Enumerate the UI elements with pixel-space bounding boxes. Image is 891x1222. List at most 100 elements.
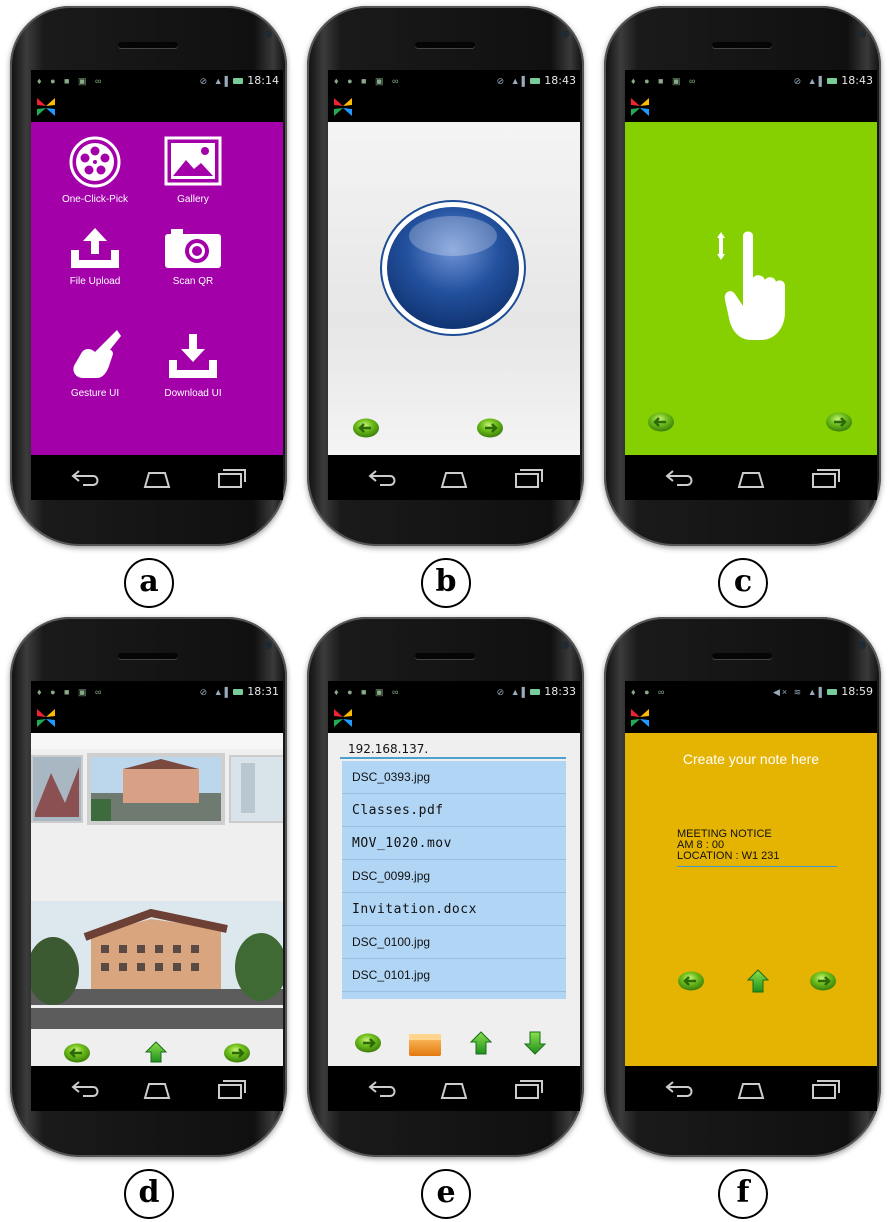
status-bar: ♦ ● ■ ▣ ∞ ⊘ ▲▌ 18:43 <box>625 70 877 92</box>
forward-arrow-icon[interactable] <box>354 1033 382 1053</box>
upload-arrow-icon[interactable] <box>470 1031 492 1055</box>
screen: ♦ ● ■ ▣ ∞ ⊘ ▲▌ 18:31 <box>31 681 283 1111</box>
action-bar <box>328 703 580 733</box>
back-arrow-icon[interactable] <box>647 412 675 432</box>
camera-icon <box>264 641 272 649</box>
action-bar <box>31 703 283 733</box>
list-item[interactable]: DSC_0099.jpg <box>342 860 566 893</box>
gesture-ui-tile[interactable]: Gesture UI <box>45 326 145 399</box>
home-icon[interactable] <box>137 1076 177 1102</box>
recent-apps-icon[interactable] <box>803 465 843 491</box>
signal-icons: ⊘ ▲▌ <box>496 687 530 697</box>
download-arrow-icon[interactable] <box>524 1031 546 1055</box>
panel-b: ♦ ● ■ ▣ ∞ ⊘ ▲▌ 18:43 b <box>297 0 594 611</box>
back-icon[interactable] <box>65 1076 105 1102</box>
forward-arrow-icon[interactable] <box>809 971 837 991</box>
recent-apps-icon[interactable] <box>209 465 249 491</box>
camera-icon <box>858 30 866 38</box>
list-item[interactable]: Invitation.docx <box>342 893 566 926</box>
notification-icons: ♦ ● ■ ▣ ∞ <box>334 76 402 86</box>
scan-qr-tile[interactable]: Scan QR <box>143 226 243 287</box>
system-nav-bar <box>328 455 580 500</box>
recent-apps-icon[interactable] <box>803 1076 843 1102</box>
battery-icon <box>233 689 243 695</box>
system-nav-bar <box>31 455 283 500</box>
folder-icon[interactable] <box>408 1031 442 1057</box>
status-bar: ♦ ● ■ ▣ ∞ ⊘ ▲▌ 18:14 <box>31 70 283 92</box>
download-icon <box>169 334 217 378</box>
action-bar <box>625 92 877 122</box>
download-ui-tile[interactable]: Download UI <box>143 326 243 399</box>
home-icon[interactable] <box>434 1076 474 1102</box>
menu-grid: One-Click-Pick Gallery File Upload Scan … <box>31 122 283 455</box>
file-list[interactable]: DSC_0393.jpg Classes.pdf MOV_1020.mov DS… <box>342 761 566 999</box>
status-time: 18:33 <box>544 685 576 698</box>
app-logo-icon <box>631 98 649 116</box>
camera-icon <box>858 641 866 649</box>
forward-arrow-icon[interactable] <box>223 1043 251 1063</box>
forward-arrow-icon[interactable] <box>476 418 504 438</box>
list-item[interactable]: DSC_0393.jpg <box>342 761 566 794</box>
thumbnail-strip[interactable] <box>31 753 283 825</box>
list-item[interactable]: MOV_1020.mov <box>342 827 566 860</box>
back-icon[interactable] <box>362 465 402 491</box>
file-browser-screen: 192.168.137. DSC_0393.jpg Classes.pdf MO… <box>328 733 580 1066</box>
camera-icon <box>165 229 221 268</box>
list-item[interactable]: DSC_0100.jpg <box>342 926 566 959</box>
home-icon[interactable] <box>731 1076 771 1102</box>
battery-icon <box>827 78 837 84</box>
forward-arrow-icon[interactable] <box>825 412 853 432</box>
back-icon[interactable] <box>659 1076 699 1102</box>
screen: ♦ ● ∞ ◀× ≋ ▲▌ 18:59 Create your note her… <box>625 681 877 1111</box>
app-logo-icon <box>334 98 352 116</box>
tile-label: File Upload <box>69 276 121 287</box>
back-arrow-icon[interactable] <box>677 971 705 991</box>
recent-apps-icon[interactable] <box>506 1076 546 1102</box>
recent-apps-icon[interactable] <box>506 465 546 491</box>
upload-arrow-icon[interactable] <box>145 1041 167 1063</box>
app-logo-icon <box>334 709 352 727</box>
note-heading: Create your note here <box>682 751 820 767</box>
status-bar: ♦ ● ■ ▣ ∞ ⊘ ▲▌ 18:33 <box>328 681 580 703</box>
panel-a: ♦ ● ■ ▣ ∞ ⊘ ▲▌ 18:14 One-Click-Pick Gall… <box>0 0 297 611</box>
system-nav-bar <box>625 455 877 500</box>
signal-icons: ⊘ ▲▌ <box>793 76 827 86</box>
phone-frame: ♦ ● ■ ▣ ∞ ⊘ ▲▌ 18:43 <box>307 6 584 546</box>
tile-label: Download UI <box>164 388 222 399</box>
one-click-pick-tile[interactable]: One-Click-Pick <box>45 136 145 205</box>
gesture-screen[interactable] <box>625 122 877 455</box>
gallery-tile[interactable]: Gallery <box>143 136 243 205</box>
signal-icons: ⊘ ▲▌ <box>199 687 233 697</box>
back-arrow-icon[interactable] <box>352 418 380 438</box>
home-icon[interactable] <box>434 465 474 491</box>
phone-frame: ♦ ● ■ ▣ ∞ ⊘ ▲▌ 18:33 192.168.137. DSC_03… <box>307 617 584 1157</box>
home-icon[interactable] <box>731 465 771 491</box>
screen: ♦ ● ■ ▣ ∞ ⊘ ▲▌ 18:14 One-Click-Pick Gall… <box>31 70 283 500</box>
back-icon[interactable] <box>362 1076 402 1102</box>
panel-f: ♦ ● ∞ ◀× ≋ ▲▌ 18:59 Create your note her… <box>594 611 891 1222</box>
notification-icons: ♦ ● ■ ▣ ∞ <box>631 76 699 86</box>
camera-icon <box>561 641 569 649</box>
tile-label: One-Click-Pick <box>61 194 129 205</box>
list-item[interactable]: DSC_0101.jpg <box>342 959 566 992</box>
status-bar: ♦ ● ∞ ◀× ≋ ▲▌ 18:59 <box>625 681 877 703</box>
list-item[interactable]: Classes.pdf <box>342 794 566 827</box>
pick-button[interactable] <box>378 198 528 338</box>
note-text-field[interactable]: MEETING NOTICE AM 8 : 00 LOCATION : W1 2… <box>677 829 837 867</box>
upload-icon <box>71 228 119 268</box>
back-arrow-icon[interactable] <box>63 1043 91 1063</box>
back-icon[interactable] <box>659 465 699 491</box>
home-icon[interactable] <box>137 465 177 491</box>
note-line: LOCATION : W1 231 <box>677 850 780 862</box>
back-icon[interactable] <box>65 465 105 491</box>
ip-address-field[interactable]: 192.168.137. <box>340 739 566 759</box>
battery-icon <box>233 78 243 84</box>
status-time: 18:14 <box>247 74 279 87</box>
signal-icons: ⊘ ▲▌ <box>496 76 530 86</box>
file-upload-tile[interactable]: File Upload <box>45 226 145 287</box>
recent-apps-icon[interactable] <box>209 1076 249 1102</box>
battery-icon <box>530 78 540 84</box>
upload-arrow-icon[interactable] <box>747 969 769 993</box>
signal-icons: ⊘ ▲▌ <box>199 76 233 86</box>
selected-image <box>31 901 283 1029</box>
